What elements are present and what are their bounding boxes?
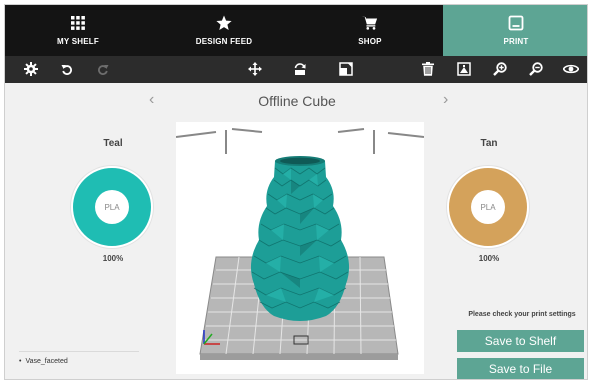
star-icon (216, 15, 232, 31)
cart-icon (362, 15, 378, 31)
right-filament-percent: 100% (478, 254, 500, 263)
print-icon (508, 15, 524, 31)
tab-my-shelf[interactable]: MY SHELF (5, 5, 151, 56)
3d-viewport[interactable] (176, 122, 424, 374)
tab-label: MY SHELF (57, 37, 99, 46)
next-model-arrow[interactable]: › (443, 91, 448, 109)
tab-label: SHOP (358, 37, 382, 46)
model-file-list: Vase_faceted (19, 351, 139, 365)
model-title-row: ‹ Offline Cube › (5, 83, 587, 119)
layout-icon[interactable] (454, 59, 474, 79)
left-filament-name: Teal (103, 138, 123, 149)
rotate-icon[interactable] (290, 59, 310, 79)
tab-label: DESIGN FEED (195, 37, 253, 46)
save-to-file-button[interactable]: Save to File (457, 358, 584, 379)
gear-icon[interactable] (21, 59, 41, 79)
left-filament-percent: 100% (102, 254, 124, 263)
app-window: MY SHELF DESIGN FEED SHOP PRINT ‹ Offlin… (4, 4, 588, 380)
grid-icon (70, 15, 86, 31)
tab-shop[interactable]: SHOP (297, 5, 443, 56)
spool-hub: PLA (95, 190, 129, 224)
undo-icon[interactable] (57, 59, 77, 79)
right-filament-spool[interactable]: PLA (447, 166, 529, 248)
top-nav: MY SHELF DESIGN FEED SHOP PRINT (5, 5, 587, 56)
print-settings-notice: Please check your print settings (468, 311, 576, 318)
zoom-out-icon[interactable] (526, 59, 546, 79)
list-item[interactable]: Vase_faceted (19, 358, 139, 365)
zoom-in-icon[interactable] (490, 59, 510, 79)
trash-icon[interactable] (418, 59, 438, 79)
move-icon[interactable] (245, 59, 265, 79)
model-title: Offline Cube (258, 93, 336, 109)
tab-print[interactable]: PRINT (443, 5, 587, 56)
save-to-shelf-button[interactable]: Save to Shelf (457, 330, 584, 352)
eye-icon[interactable] (561, 59, 581, 79)
tab-design-feed[interactable]: DESIGN FEED (151, 5, 297, 56)
redo-icon[interactable] (93, 59, 113, 79)
right-filament-name: Tan (480, 138, 498, 149)
edit-toolbar (5, 56, 587, 83)
tab-label: PRINT (503, 37, 529, 46)
spool-hub: PLA (471, 190, 505, 224)
left-filament-spool[interactable]: PLA (71, 166, 153, 248)
scale-icon[interactable] (336, 59, 356, 79)
